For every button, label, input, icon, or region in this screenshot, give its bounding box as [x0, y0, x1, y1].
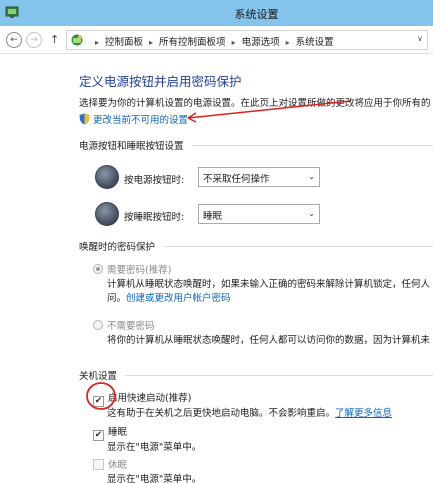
breadcrumb-item-power-options[interactable]: 电源选项: [242, 37, 280, 48]
hibernate-option[interactable]: 休眠: [93, 457, 127, 471]
back-button[interactable]: ←: [6, 32, 22, 48]
breadcrumb-separator: ▸: [95, 38, 100, 47]
power-buttons-section-header: 电源按钮和睡眠按钮设置: [79, 138, 433, 152]
no-password-label: 不需要密码: [107, 321, 155, 332]
sleep-button-action-value: 睡眠: [203, 211, 223, 222]
chevron-down-icon: ⌄: [308, 172, 315, 181]
sleep-hint: 显示在"电源"菜单中。: [107, 442, 202, 453]
shutdown-section-header: 关机设置: [79, 368, 433, 382]
sleep-button-icon: [95, 202, 119, 226]
page-description: 选择要为你的计算机设置的电源设置。在此页上对设置所做的更改将应用于你所有的: [79, 98, 431, 109]
no-password-option[interactable]: 不需要密码: [93, 318, 155, 332]
title-bar[interactable]: 系统设置: [0, 0, 433, 26]
change-unavailable-settings-link[interactable]: 更改当前不可用的设置: [93, 115, 188, 126]
hibernate-label: 休眠: [108, 460, 128, 471]
forward-button[interactable]: →: [26, 32, 42, 48]
power-button-action-select[interactable]: 不采取任何操作 ⌄: [198, 167, 320, 187]
require-password-description: 计算机从睡眠状态唤醒时，如果未输入正确的密码来解除计算机锁定，任何人: [107, 279, 431, 290]
main-content: 定义电源按钮并启用密码保护 选择要为你的计算机设置的电源设置。在此页上对设置所做…: [0, 55, 433, 483]
breadcrumb-item-all-items[interactable]: 所有控制面板项: [159, 37, 226, 48]
fast-startup-label: 启用快速启动(推荐): [108, 393, 192, 404]
section-label: 电源按钮和睡眠按钮设置: [79, 138, 192, 152]
fast-startup-checkbox[interactable]: ✔: [93, 396, 104, 407]
page-title: 定义电源按钮并启用密码保护: [79, 74, 242, 89]
create-change-password-link[interactable]: 创建或更改用户帐户密码: [126, 293, 231, 304]
power-button-setting: 按电源按钮时: 不采取任何操作 ⌄: [95, 165, 335, 191]
require-password-option[interactable]: 需要密码(推荐): [93, 262, 171, 276]
require-password-description-end: 问。: [107, 293, 127, 304]
sleep-button-label: 按睡眠按钮时:: [124, 212, 185, 223]
breadcrumb-item-control-panel[interactable]: 控制面板: [105, 37, 143, 48]
no-password-description: 将你的计算机从睡眠状态唤醒时，任何人都可以访问你的数据，因为计算机未: [107, 335, 431, 346]
breadcrumb-separator: ▸: [285, 38, 290, 47]
section-label: 关机设置: [79, 368, 126, 382]
fast-startup-hint: 这有助于在关机之后更快地启动电脑。不会影响重启。: [107, 408, 336, 419]
hibernate-checkbox[interactable]: [93, 459, 104, 470]
wake-password-section-header: 唤醒时的密码保护: [79, 239, 433, 253]
window-title: 系统设置: [234, 8, 279, 21]
sleep-button-setting: 按睡眠按钮时: 睡眠 ⌄: [95, 202, 335, 228]
require-password-link-row: 问。创建或更改用户帐户密码: [107, 290, 231, 304]
chevron-down-icon: ⌄: [308, 209, 315, 218]
change-settings-row[interactable]: 更改当前不可用的设置: [79, 112, 188, 126]
require-password-label: 需要密码(推荐): [107, 265, 172, 276]
navigation-bar: ← → ↑ ▸ 控制面板 ▸ 所有控制面板项 ▸ 电源选项 ▸ 系统设置 ∨: [0, 26, 433, 54]
breadcrumb-item-system-settings[interactable]: 系统设置: [296, 37, 334, 48]
sleep-checkbox[interactable]: ✔: [93, 430, 104, 441]
sleep-button-action-select[interactable]: 睡眠 ⌄: [198, 204, 320, 224]
divider: [79, 375, 433, 376]
fast-startup-hint-row: 这有助于在关机之后更快地启动电脑。不会影响重启。了解更多信息: [107, 405, 392, 419]
up-button[interactable]: ↑: [50, 33, 59, 46]
hibernate-hint: 显示在"电源"菜单中。: [107, 474, 202, 483]
address-dropdown-icon[interactable]: ∨: [417, 34, 423, 43]
uac-shield-icon: [79, 113, 90, 125]
power-button-label: 按电源按钮时:: [124, 175, 185, 186]
power-button-action-value: 不采取任何操作: [203, 174, 270, 185]
breadcrumb-separator: ▸: [231, 38, 236, 47]
require-password-radio[interactable]: [93, 264, 103, 274]
no-password-radio[interactable]: [93, 320, 103, 330]
control-panel-icon: [71, 34, 83, 46]
learn-more-link[interactable]: 了解更多信息: [335, 408, 392, 419]
power-button-icon: [95, 165, 119, 189]
sleep-label: 睡眠: [108, 427, 128, 438]
breadcrumb-separator: ▸: [149, 38, 154, 47]
breadcrumb: ▸ 控制面板 ▸ 所有控制面板项 ▸ 电源选项 ▸ 系统设置: [89, 34, 334, 48]
address-bar[interactable]: ▸ 控制面板 ▸ 所有控制面板项 ▸ 电源选项 ▸ 系统设置 ∨: [66, 30, 428, 50]
section-label: 唤醒时的密码保护: [79, 239, 164, 253]
